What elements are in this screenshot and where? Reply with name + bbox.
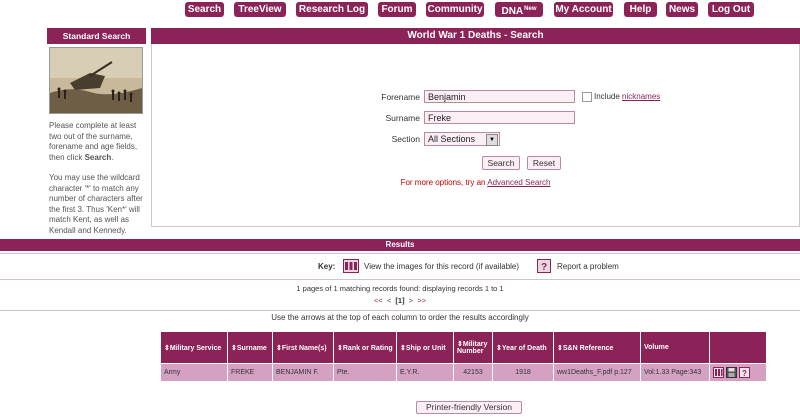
surname-label: Surname: [385, 113, 421, 123]
pagination: << < [1] > >>: [0, 296, 800, 305]
include-nicknames-label: Include nicknames: [594, 92, 660, 101]
col-sn-reference-label: S&N Reference: [562, 344, 614, 352]
key-label: Key:: [318, 262, 336, 271]
sidebar-title: Standard Search: [47, 28, 146, 44]
col-rank[interactable]: ⇕Rank or Rating: [333, 331, 397, 364]
section-select-value: All Sections: [428, 134, 476, 144]
col-ship-unit-label: Ship or Unit: [405, 344, 446, 352]
cell-first-names: BENJAMIN F.: [272, 363, 334, 382]
results-summary: 1 pages of 1 matching records found: dis…: [296, 284, 504, 293]
col-military-service-label: Military Service: [169, 344, 222, 352]
cell-rank: Pte.: [333, 363, 397, 382]
cell-surname: FREKE: [227, 363, 273, 382]
include-nicknames-checkbox[interactable]: [582, 92, 592, 102]
pager-prev[interactable]: <: [387, 296, 391, 305]
results-table: ⇕Military Service ⇕Surname ⇕First Name(s…: [160, 331, 767, 382]
advanced-search-link[interactable]: Advanced Search: [487, 178, 550, 187]
chevron-down-icon[interactable]: ▼: [486, 134, 498, 146]
nav-search[interactable]: Search: [185, 2, 224, 17]
surname-field[interactable]: Freke: [424, 111, 575, 124]
nav-news[interactable]: News: [666, 2, 698, 17]
svg-text:?: ?: [742, 369, 747, 378]
search-form: Forename Benjamin Include nicknames Surn…: [151, 44, 800, 227]
nav-my-account[interactable]: My Account: [554, 2, 613, 17]
advanced-search-hint: For more options, try an Advanced Search: [152, 178, 799, 187]
nav-dna[interactable]: DNANew: [495, 2, 543, 17]
sidebar-instructions: Please complete at least two out of the …: [49, 121, 145, 163]
pager-current: [1]: [395, 296, 405, 305]
key-report-text: Report a problem: [557, 262, 619, 271]
sidebar-photo: [49, 47, 143, 114]
nav-dna-label: DNA: [501, 6, 524, 17]
new-badge: New: [524, 6, 537, 12]
cell-ship-unit: E.Y.R.: [396, 363, 454, 382]
nav-help[interactable]: Help: [624, 2, 657, 17]
cell-sn-reference: ww1Deaths_F.pdf p.127: [553, 363, 641, 382]
pager-next[interactable]: >: [409, 296, 413, 305]
sidebar-instructions-c: .: [111, 152, 114, 162]
view-images-icon: [343, 259, 359, 278]
war-scene-image: [50, 48, 142, 113]
sidebar: Standard Search Please complete at least…: [47, 28, 146, 246]
col-surname-label: Surname: [236, 344, 267, 352]
report-problem-icon: ?: [537, 259, 551, 278]
forename-label: Forename: [381, 92, 420, 102]
col-military-number[interactable]: ⇕Military Number: [453, 331, 493, 364]
col-sn-reference[interactable]: ⇕S&N Reference: [553, 331, 641, 364]
sidebar-instructions-search: Search: [84, 152, 112, 162]
section-select[interactable]: All Sections ▼: [424, 132, 500, 146]
nav-community[interactable]: Community: [426, 2, 484, 17]
reset-button[interactable]: Reset: [527, 156, 561, 170]
search-button[interactable]: Search: [482, 156, 520, 170]
col-first-names[interactable]: ⇕First Name(s): [272, 331, 334, 364]
col-year-of-death[interactable]: ⇕Year of Death: [492, 331, 554, 364]
results-header: Results: [0, 239, 800, 251]
results-header-row: ⇕Military Service ⇕Surname ⇕First Name(s…: [160, 331, 767, 364]
nav-treeview[interactable]: TreeView: [234, 2, 286, 17]
view-images-icon[interactable]: [713, 367, 724, 378]
col-year-of-death-label: Year of Death: [501, 344, 547, 352]
page-title: World War 1 Deaths - Search: [151, 28, 800, 44]
col-surname[interactable]: ⇕Surname: [227, 331, 273, 364]
top-navigation: Search TreeView Research Log Forum Commu…: [0, 2, 800, 18]
cell-year-of-death: 1918: [492, 363, 554, 382]
col-military-service[interactable]: ⇕Military Service: [160, 331, 228, 364]
sidebar-wildcard-tip: You may use the wildcard character '*' t…: [49, 173, 143, 235]
nav-logout[interactable]: Log Out: [708, 2, 754, 17]
report-problem-icon[interactable]: ?: [739, 367, 750, 378]
results-key: Key: View the images for this record (if…: [0, 253, 800, 280]
cell-military-number: 42153: [453, 363, 493, 382]
cell-military-service: Army: [160, 363, 228, 382]
include-label: Include: [594, 92, 623, 101]
col-volume: Volume: [640, 331, 710, 364]
pager-last[interactable]: >>: [417, 296, 426, 305]
nav-research-log[interactable]: Research Log: [296, 2, 368, 17]
forename-field[interactable]: Benjamin: [424, 90, 575, 103]
cell-actions: ?: [709, 363, 767, 382]
section-label: Section: [391, 134, 420, 144]
save-icon[interactable]: [726, 367, 737, 378]
printer-friendly-button[interactable]: Printer-friendly Version: [416, 401, 522, 414]
cell-volume: Vol:1.33 Page:343: [640, 363, 710, 382]
col-rank-label: Rank or Rating: [342, 344, 393, 352]
key-view-text: View the images for this record (if avai…: [364, 262, 520, 271]
sidebar-help-text: Please complete at least two out of the …: [47, 121, 145, 236]
nav-forum[interactable]: Forum: [378, 2, 416, 17]
col-first-names-label: First Name(s): [281, 344, 327, 352]
table-row: Army FREKE BENJAMIN F. Pte. E.Y.R. 42153…: [160, 363, 767, 382]
order-hint-strip: Use the arrows at the top of each column…: [0, 310, 800, 324]
svg-text:?: ?: [541, 262, 547, 273]
order-hint: Use the arrows at the top of each column…: [271, 313, 529, 322]
nicknames-link[interactable]: nicknames: [622, 92, 660, 101]
more-options-text: For more options, try an: [400, 178, 488, 187]
col-ship-unit[interactable]: ⇕Ship or Unit: [396, 331, 454, 364]
pager-first[interactable]: <<: [374, 296, 383, 305]
col-actions: [709, 331, 767, 364]
